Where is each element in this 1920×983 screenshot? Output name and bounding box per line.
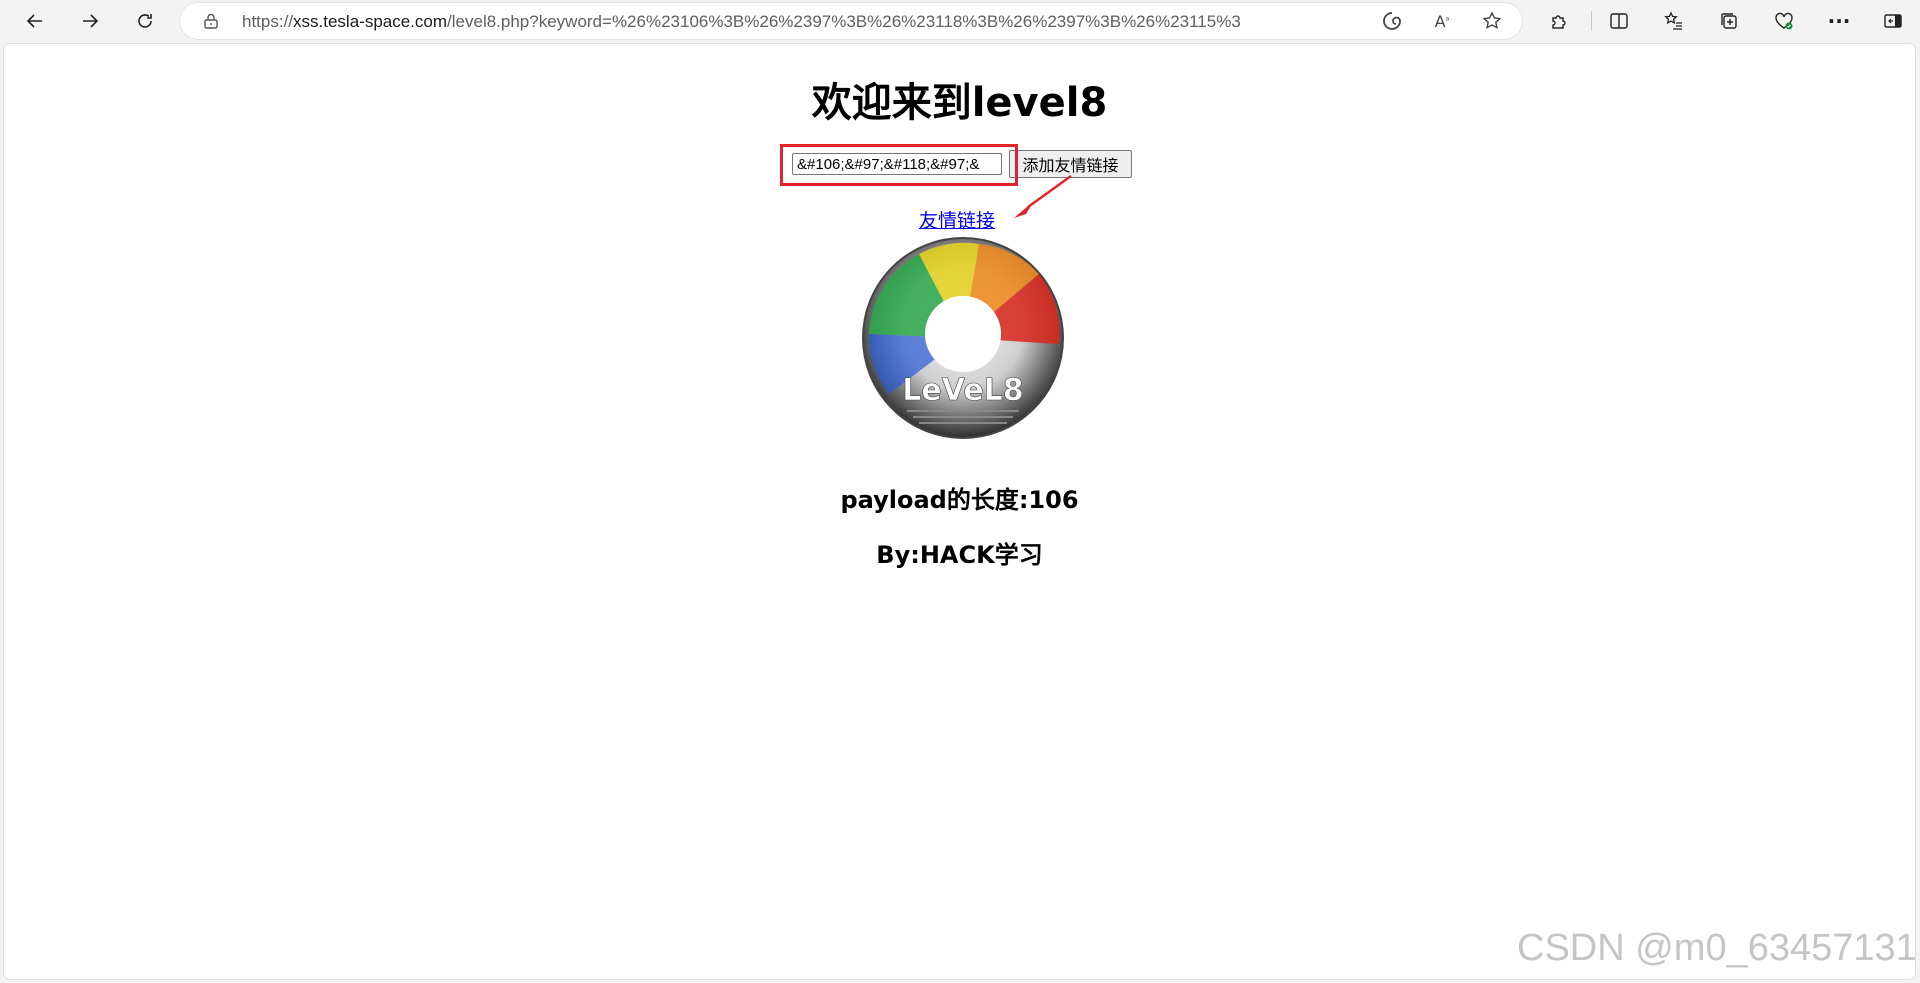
url-text[interactable]: https://xss.tesla-space.com/level8.php?k… bbox=[242, 12, 1242, 32]
edge-bing-icon[interactable] bbox=[1380, 9, 1404, 33]
annotation-arrow bbox=[1014, 174, 1072, 218]
collections-button[interactable] bbox=[1712, 4, 1746, 38]
page-title: 欢迎来到level8 bbox=[811, 80, 1108, 126]
author-text: By:HACK学习 bbox=[876, 540, 1043, 569]
browser-toolbar: https://xss.tesla-space.com/level8.php?k… bbox=[0, 0, 1920, 42]
url-prefix: https:// bbox=[242, 12, 294, 31]
payload-length-text: payload的长度:106 bbox=[840, 485, 1079, 514]
arrow-right-icon bbox=[83, 14, 99, 28]
page-viewport: 欢迎来到level8 添加友情链接 友情链接 bbox=[4, 44, 1915, 979]
friend-link[interactable]: 友情链接 bbox=[919, 206, 995, 233]
extensions-button[interactable] bbox=[1542, 4, 1576, 38]
lock-icon bbox=[204, 13, 218, 29]
sidebar-icon bbox=[1884, 14, 1902, 28]
url-host: xss.tesla-space.com bbox=[293, 12, 448, 31]
favorites-button[interactable] bbox=[1657, 4, 1691, 38]
puzzle-icon bbox=[1552, 15, 1566, 29]
toolbar-separator bbox=[1591, 11, 1592, 31]
read-aloud-icon[interactable]: Aᵃ bbox=[1430, 9, 1454, 33]
browser-essentials-button[interactable] bbox=[1767, 4, 1801, 38]
highlight-box bbox=[780, 144, 1018, 186]
more-dots-icon: ··· bbox=[1827, 9, 1851, 33]
arrow-left-icon bbox=[26, 14, 42, 28]
level8-disc-image: LeVeL8 bbox=[862, 237, 1064, 439]
url-path: /level8.php?keyword=%26%23106%3B%26%2397… bbox=[447, 12, 1242, 31]
split-screen-icon bbox=[1610, 13, 1628, 29]
favorites-list-icon bbox=[1664, 11, 1682, 30]
disc-logo-text: LeVeL8 bbox=[902, 373, 1023, 408]
favorite-star-icon[interactable] bbox=[1480, 9, 1504, 33]
address-bar[interactable]: https://xss.tesla-space.com/level8.php?k… bbox=[180, 3, 1522, 39]
split-screen-button[interactable] bbox=[1602, 4, 1636, 38]
heart-pulse-icon bbox=[1775, 12, 1793, 30]
refresh-icon bbox=[138, 14, 152, 28]
back-button[interactable] bbox=[18, 4, 52, 38]
refresh-button[interactable] bbox=[128, 4, 162, 38]
collections-icon bbox=[1721, 13, 1737, 29]
more-menu-button[interactable]: ··· bbox=[1822, 4, 1856, 38]
forward-button[interactable] bbox=[73, 4, 107, 38]
sidebar-toggle-button[interactable] bbox=[1876, 4, 1910, 38]
csdn-watermark: CSDN @m0_63457131 bbox=[1517, 927, 1917, 969]
